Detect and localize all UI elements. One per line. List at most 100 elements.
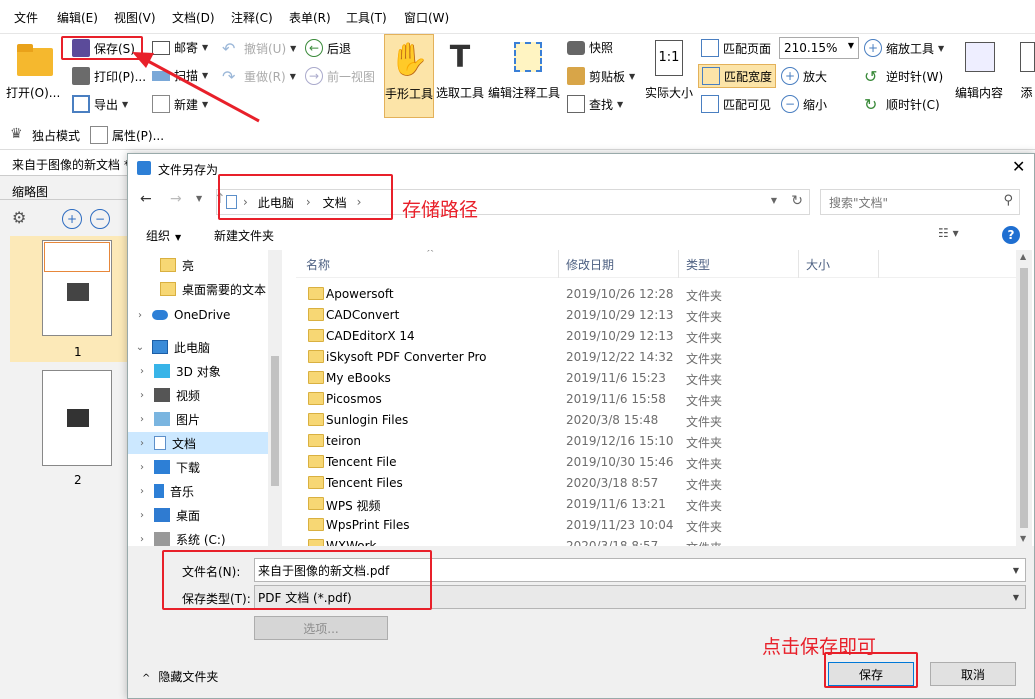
menu-form[interactable]: 表单(R) [289,9,331,26]
column-size[interactable]: 大小 [806,256,830,273]
hide-folders-toggle[interactable]: ^ 隐藏文件夹 [142,668,218,685]
column-type[interactable]: 类型 [686,256,710,273]
search-input[interactable]: 搜索"文档" ⚲ [820,189,1020,215]
fit-width-button[interactable]: 匹配宽度 [698,64,777,88]
menu-view[interactable]: 视图(V) [114,9,156,26]
export-button[interactable]: 导出 ▼ [72,95,128,113]
chevron-right-icon[interactable]: › [136,414,148,425]
file-row[interactable]: teiron 2019/12/16 15:10 文件夹 [296,431,1016,452]
column-date[interactable]: 修改日期 [566,256,614,273]
menu-edit[interactable]: 编辑(E) [57,9,98,26]
file-row[interactable]: CADEditorX 14 2019/10/29 12:13 文件夹 [296,326,1016,347]
file-row[interactable]: WPS 视频 2019/11/6 13:21 文件夹 [296,494,1016,515]
forward-nav-icon[interactable]: → [170,191,182,207]
chevron-down-icon[interactable]: ⌄ [134,342,146,353]
chevron-right-icon[interactable]: › [136,510,148,521]
thumbnail-page-1[interactable] [42,240,112,336]
edit-annotation-button[interactable]: 编辑注释工具 [488,38,560,101]
annotation-icon [504,38,544,78]
refresh-icon[interactable]: ↻ [791,193,803,209]
menu-file[interactable]: 文件 [14,9,38,26]
chevron-right-icon[interactable]: › [136,486,148,497]
hand-tool-button[interactable]: ✋ 手形工具 [384,34,434,118]
rotate-cw-button[interactable]: ↻ 顺时针(C) [864,95,940,114]
help-icon[interactable]: ? [1002,226,1020,244]
file-row[interactable]: Tencent Files 2020/3/18 8:57 文件夹 [296,473,1016,494]
tree-item[interactable]: › 图片 [136,408,270,430]
menu-comment[interactable]: 注释(C) [231,9,273,26]
chevron-right-icon[interactable]: › [136,462,148,473]
address-dropdown-icon[interactable]: ▼ [771,196,777,205]
file-row[interactable]: iSkysoft PDF Converter Pro 2019/12/22 14:… [296,347,1016,368]
undo-button[interactable]: ↶ 撤销(U) ▼ [222,39,296,58]
redo-button[interactable]: ↷ 重做(R) ▼ [222,67,296,86]
back-button[interactable]: ← 后退 [305,39,351,57]
tree-item[interactable]: › 系统 (C:) [136,528,270,546]
tree-scrollbar[interactable] [268,250,282,546]
rotate-ccw-button[interactable]: ↺ 逆时针(W) [864,67,943,86]
options-button[interactable]: 选项... [254,616,388,640]
edit-content-button[interactable]: 编辑内容 [955,38,1003,101]
scan-button[interactable]: 扫描 ▼ [152,67,208,84]
zoom-select[interactable]: 210.15% ▼ [779,37,859,59]
chevron-right-icon[interactable]: › [136,438,148,449]
find-button[interactable]: 查找 ▼ [567,95,623,113]
new-folder-button[interactable]: 新建文件夹 [214,227,274,244]
organize-button[interactable]: 组织 ▼ [146,227,181,244]
file-row[interactable]: CADConvert 2019/10/29 12:13 文件夹 [296,305,1016,326]
select-tool-button[interactable]: T 选取工具 [436,38,484,101]
chevron-right-icon[interactable]: › [136,534,148,545]
properties-button[interactable]: 属性(P)... [90,126,164,144]
forward-view-button[interactable]: → 前一视图 [305,67,375,85]
tree-item[interactable]: ⌄ 此电脑 [134,336,268,358]
file-row[interactable]: Picosmos 2019/11/6 15:58 文件夹 [296,389,1016,410]
document-tab[interactable]: 来自于图像的新文档 * [0,150,130,176]
mail-button[interactable]: 邮寄 ▼ [152,39,208,56]
menu-tools[interactable]: 工具(T) [346,9,387,26]
add-button[interactable]: 添 [1018,38,1035,101]
tree-item[interactable]: › 3D 对象 [136,360,270,382]
fit-visible-button[interactable]: 匹配可见 [701,95,771,113]
zoom-in-button[interactable]: + 放大 [781,67,827,85]
gear-icon[interactable]: ⚙ [12,208,26,227]
file-row[interactable]: WpsPrint Files 2019/11/23 10:04 文件夹 [296,515,1016,536]
back-nav-icon[interactable]: ← [140,191,152,207]
chevron-right-icon[interactable]: › [134,310,146,321]
open-button[interactable]: 打开(O)... [6,38,60,101]
actual-size-button[interactable]: 1:1 实际大小 [645,38,693,101]
tree-item[interactable]: 亮 [136,254,270,276]
file-row[interactable]: Tencent File 2019/10/30 15:46 文件夹 [296,452,1016,473]
file-row[interactable]: WXWork 2020/3/18 8:57 文件夹 [296,536,1016,546]
zoom-in-thumb-icon[interactable]: + [62,209,82,229]
clipboard-button[interactable]: 剪贴板 ▼ [567,67,635,85]
chevron-right-icon[interactable]: › [136,366,148,377]
zoom-tool-button[interactable]: + 缩放工具 ▼ [864,39,944,57]
tree-item[interactable]: › 音乐 [136,480,270,502]
exclusive-mode-button[interactable]: ♛ 独占模式 [10,126,80,144]
new-button[interactable]: 新建 ▼ [152,95,208,113]
file-row[interactable]: My eBooks 2019/11/6 15:23 文件夹 [296,368,1016,389]
tree-item[interactable]: › 桌面 [136,504,270,526]
recent-dropdown-icon[interactable]: ▼ [196,194,202,203]
tree-item[interactable]: › 文档 [128,432,268,454]
column-name[interactable]: 名称 [306,256,330,273]
menu-window[interactable]: 窗口(W) [404,9,449,26]
zoom-out-button[interactable]: − 缩小 [781,95,827,113]
tree-item[interactable]: › 视频 [136,384,270,406]
menu-document[interactable]: 文档(D) [172,9,215,26]
tree-item[interactable]: › 下载 [136,456,270,478]
fit-page-button[interactable]: 匹配页面 [701,39,771,57]
file-list-scrollbar[interactable]: ▲ ▼ [1016,250,1032,546]
chevron-right-icon[interactable]: › [136,390,148,401]
thumbnail-page-2[interactable] [42,370,112,466]
tree-item[interactable]: 桌面需要的文本 [136,278,270,300]
file-row[interactable]: Apowersoft 2019/10/26 12:28 文件夹 [296,284,1016,305]
print-button[interactable]: 打印(P)... [72,67,146,85]
file-row[interactable]: Sunlogin Files 2020/3/8 15:48 文件夹 [296,410,1016,431]
view-options-icon[interactable]: ☷ ▾ [938,226,959,240]
close-icon[interactable]: ✕ [1012,157,1025,176]
tree-item[interactable]: › OneDrive [134,304,268,326]
snapshot-button[interactable]: 快照 [567,39,613,56]
cancel-button[interactable]: 取消 [930,662,1016,686]
zoom-out-thumb-icon[interactable]: − [90,209,110,229]
